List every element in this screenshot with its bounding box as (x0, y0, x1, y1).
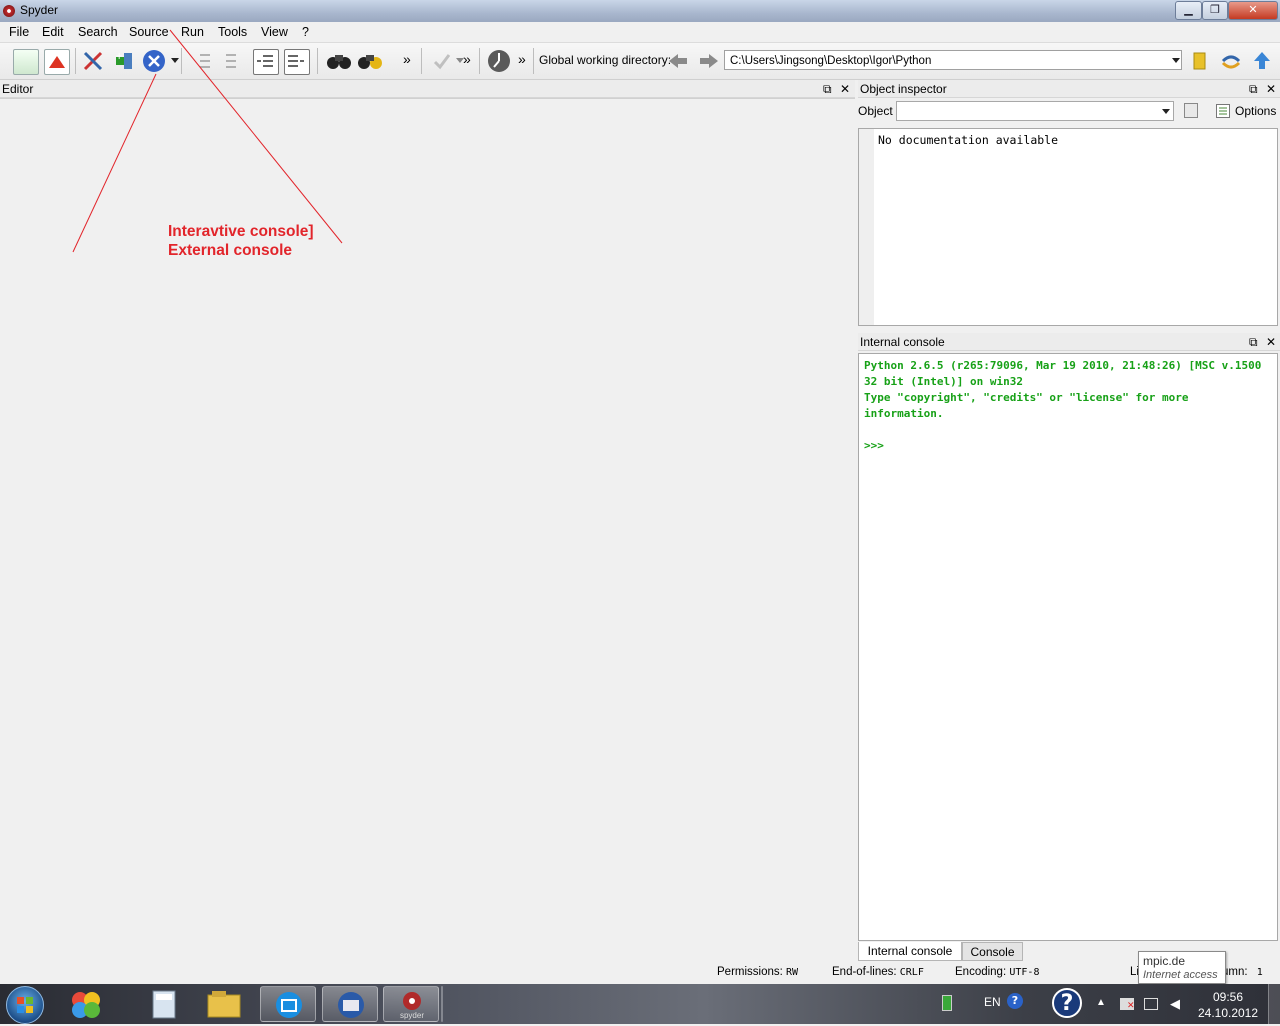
annotation-line-2: External console (168, 242, 293, 259)
status-encoding: Encoding: UTF-8 (955, 966, 1040, 978)
volume-icon[interactable]: ◀ (1170, 996, 1180, 1012)
status-eol: End-of-lines: CRLF (832, 966, 924, 978)
internal-console-header: Internal console ⧉ ✕ (858, 333, 1280, 351)
spyder-taskbar-label: spyder (399, 1011, 424, 1020)
tooltip-subtitle: Internet access (1143, 969, 1218, 981)
network-tooltip: mpic.de Internet access (1138, 951, 1226, 984)
action-center-icon[interactable]: ✕ (1120, 998, 1135, 1011)
tab-internal-console[interactable]: Internal console (858, 942, 962, 961)
annotation-text: Interavtive console] External console (168, 222, 314, 260)
status-column: umn: 1 (1222, 966, 1263, 978)
help-icon[interactable]: ? (1007, 993, 1023, 1009)
help-large-icon[interactable]: ? (1052, 988, 1082, 1018)
close-icon[interactable]: ✕ (1266, 333, 1276, 351)
file-explorer-icon[interactable] (196, 986, 252, 1022)
show-desktop-button[interactable] (1268, 984, 1280, 1024)
clock-time[interactable]: 09:56 (1206, 990, 1250, 1004)
taskbar (0, 984, 1280, 1024)
picasa-icon[interactable] (58, 986, 114, 1022)
battery-icon[interactable] (942, 995, 952, 1011)
undock-icon[interactable]: ⧉ (1249, 333, 1258, 351)
internal-console-title: Internal console (860, 335, 945, 349)
show-hidden-icons-icon[interactable]: ▲ (1096, 997, 1106, 1008)
tab-label: Internal console (867, 944, 953, 958)
calculator-icon[interactable] (136, 986, 192, 1022)
console-output: Python 2.6.5 (r265:79096, Mar 19 2010, 2… (864, 359, 1262, 452)
console-area[interactable]: Python 2.6.5 (r265:79096, Mar 19 2010, 2… (858, 353, 1278, 941)
spyder-taskbar-icon[interactable]: spyder (383, 986, 439, 1022)
tooltip-title: mpic.de (1143, 954, 1186, 968)
start-orb-icon[interactable] (6, 986, 44, 1024)
tab-console[interactable]: Console (962, 942, 1023, 961)
clock-date[interactable]: 24.10.2012 (1196, 1006, 1260, 1020)
tab-label: Console (970, 945, 1015, 959)
maxthon-icon[interactable] (260, 986, 316, 1022)
status-permissions: Permissions: RW (717, 966, 799, 978)
thunderbird-icon[interactable] (322, 986, 378, 1022)
annotation-line-1: Interavtive console] (168, 223, 314, 240)
network-icon[interactable] (1144, 998, 1158, 1010)
language-indicator[interactable]: EN (984, 995, 1001, 1009)
